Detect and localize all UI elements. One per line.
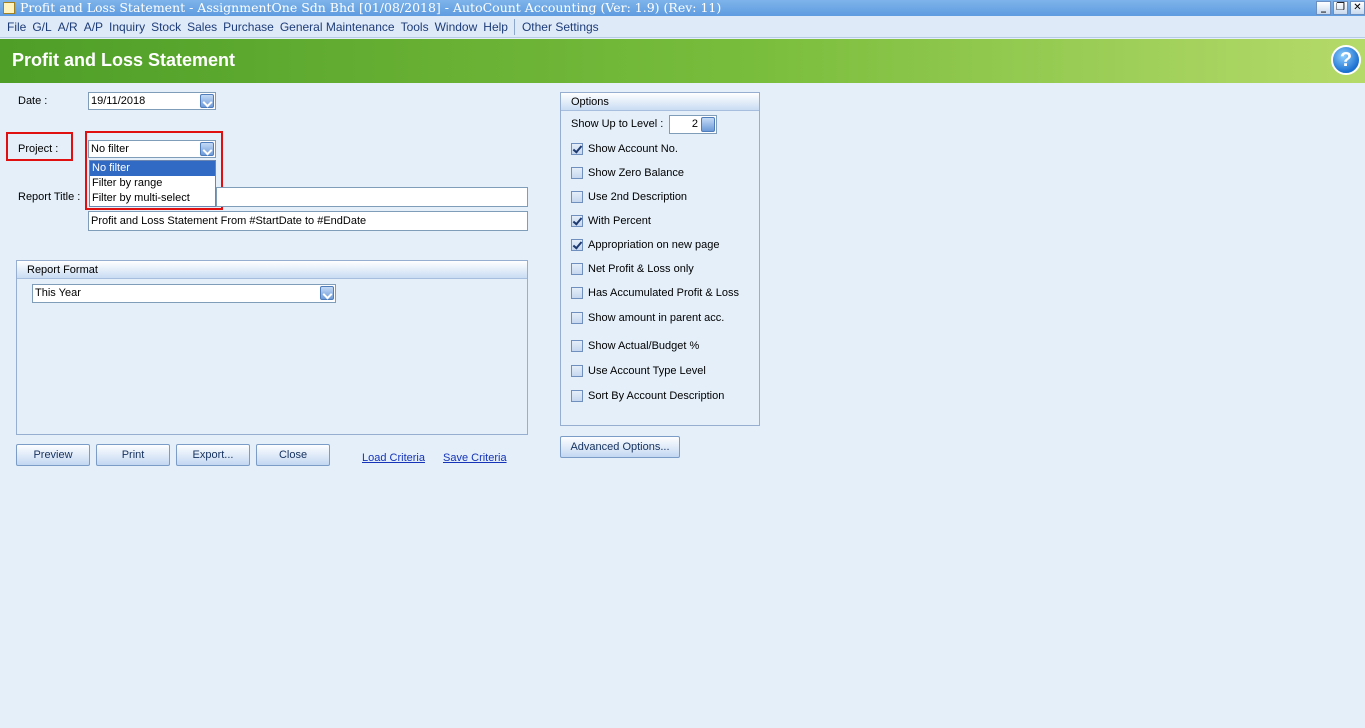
menu-stock[interactable]: Stock bbox=[148, 20, 184, 34]
restore-button[interactable]: ❐ bbox=[1333, 1, 1348, 15]
checkbox-icon[interactable] bbox=[571, 215, 583, 227]
checkbox-icon[interactable] bbox=[571, 167, 583, 179]
menu-help[interactable]: Help bbox=[480, 20, 511, 34]
date-field[interactable]: 19/11/2018 bbox=[88, 92, 216, 110]
app-icon bbox=[3, 2, 15, 14]
help-icon[interactable]: ? bbox=[1331, 45, 1361, 75]
option-sort-by-description[interactable]: Sort By Account Description bbox=[571, 390, 724, 402]
page-header: Profit and Loss Statement ? bbox=[0, 39, 1365, 83]
option-amount-in-parent[interactable]: Show amount in parent acc. bbox=[571, 312, 724, 324]
menu-purchase[interactable]: Purchase bbox=[220, 20, 277, 34]
option-label: Has Accumulated Profit & Loss bbox=[588, 287, 740, 299]
window-title: Profit and Loss Statement - AssignmentOn… bbox=[20, 0, 722, 15]
print-button[interactable]: Print bbox=[96, 444, 170, 466]
option-accumulated-profit-loss[interactable]: Has Accumulated Profit & Loss bbox=[571, 287, 739, 299]
project-dropdown-list: No filter Filter by range Filter by mult… bbox=[89, 160, 216, 207]
report-format-header: Report Format bbox=[17, 261, 527, 279]
close-window-button[interactable]: ✕ bbox=[1350, 1, 1365, 15]
load-criteria-link[interactable]: Load Criteria bbox=[362, 452, 425, 464]
menu-window[interactable]: Window bbox=[432, 20, 481, 34]
project-option-filter-by-range[interactable]: Filter by range bbox=[90, 176, 215, 191]
menu-separator bbox=[513, 18, 515, 35]
date-value: 19/11/2018 bbox=[91, 95, 146, 107]
report-title-input-1[interactable] bbox=[216, 187, 528, 207]
advanced-options-button[interactable]: Advanced Options... bbox=[560, 436, 680, 458]
option-account-type-level[interactable]: Use Account Type Level bbox=[571, 365, 706, 377]
level-value: 2 bbox=[691, 118, 698, 130]
menu-inquiry[interactable]: Inquiry bbox=[106, 20, 148, 34]
checkbox-icon[interactable] bbox=[571, 191, 583, 203]
option-net-profit-loss-only[interactable]: Net Profit & Loss only bbox=[571, 263, 694, 275]
minimize-button[interactable]: _ bbox=[1316, 1, 1331, 15]
checkbox-icon[interactable] bbox=[571, 263, 583, 275]
options-panel: Options Show Up to Level : 2 Show Accoun… bbox=[560, 92, 760, 426]
option-actual-budget-percent[interactable]: Show Actual/Budget % bbox=[571, 340, 699, 352]
window-controls: _ ❐ ✕ bbox=[1316, 0, 1365, 16]
menu-sales[interactable]: Sales bbox=[184, 20, 220, 34]
project-select[interactable]: No filter bbox=[88, 140, 216, 158]
close-button[interactable]: Close bbox=[256, 444, 330, 466]
date-label: Date : bbox=[18, 95, 48, 107]
option-label: Show Zero Balance bbox=[588, 167, 684, 179]
option-label: With Percent bbox=[588, 215, 651, 227]
option-with-percent[interactable]: With Percent bbox=[571, 215, 651, 227]
checkbox-icon[interactable] bbox=[571, 390, 583, 402]
report-title-label: Report Title : bbox=[18, 191, 81, 203]
export-button[interactable]: Export... bbox=[176, 444, 250, 466]
window-titlebar: Profit and Loss Statement - AssignmentOn… bbox=[0, 0, 1365, 16]
menu-general-maintenance[interactable]: General Maintenance bbox=[277, 20, 398, 34]
menu-tools[interactable]: Tools bbox=[398, 20, 432, 34]
option-label: Use Account Type Level bbox=[588, 365, 706, 377]
report-format-dropdown-icon[interactable] bbox=[320, 286, 334, 300]
option-label: Net Profit & Loss only bbox=[588, 263, 694, 275]
option-show-account-no[interactable]: Show Account No. bbox=[571, 143, 678, 155]
report-title-input-2[interactable]: Profit and Loss Statement From #StartDat… bbox=[88, 211, 528, 231]
checkbox-icon[interactable] bbox=[571, 340, 583, 352]
project-dropdown-icon[interactable] bbox=[200, 142, 214, 156]
option-use-2nd-description[interactable]: Use 2nd Description bbox=[571, 191, 687, 203]
project-option-filter-by-multi-select[interactable]: Filter by multi-select bbox=[90, 191, 215, 206]
preview-button[interactable]: Preview bbox=[16, 444, 90, 466]
report-format-select[interactable]: This Year bbox=[32, 284, 336, 303]
option-label: Appropriation on new page bbox=[588, 239, 720, 251]
options-header: Options bbox=[561, 93, 759, 111]
menu-bar: File G/L A/R A/P Inquiry Stock Sales Pur… bbox=[0, 16, 1365, 38]
menu-other-settings[interactable]: Other Settings bbox=[519, 20, 602, 34]
option-show-zero-balance[interactable]: Show Zero Balance bbox=[571, 167, 684, 179]
project-option-no-filter[interactable]: No filter bbox=[90, 161, 215, 176]
level-spinner[interactable]: 2 bbox=[669, 115, 717, 134]
page-title: Profit and Loss Statement bbox=[12, 50, 236, 70]
option-appropriation-new-page[interactable]: Appropriation on new page bbox=[571, 239, 719, 251]
checkbox-icon[interactable] bbox=[571, 143, 583, 155]
date-dropdown-icon[interactable] bbox=[200, 94, 214, 108]
project-value: No filter bbox=[91, 143, 129, 155]
option-label: Show Account No. bbox=[588, 143, 678, 155]
menu-file[interactable]: File bbox=[4, 20, 29, 34]
checkbox-icon[interactable] bbox=[571, 365, 583, 377]
option-label: Show amount in parent acc. bbox=[588, 312, 725, 324]
report-format-panel: Report Format This Year bbox=[16, 260, 528, 435]
save-criteria-link[interactable]: Save Criteria bbox=[443, 452, 507, 464]
level-label: Show Up to Level : bbox=[571, 118, 664, 130]
report-format-value: This Year bbox=[35, 287, 81, 299]
option-label: Sort By Account Description bbox=[588, 390, 725, 402]
menu-gl[interactable]: G/L bbox=[29, 20, 54, 34]
project-label: Project : bbox=[18, 143, 59, 155]
checkbox-icon[interactable] bbox=[571, 287, 583, 299]
menu-ap[interactable]: A/P bbox=[81, 20, 106, 34]
checkbox-icon[interactable] bbox=[571, 312, 583, 324]
option-label: Use 2nd Description bbox=[588, 191, 688, 203]
option-label: Show Actual/Budget % bbox=[588, 340, 700, 352]
menu-ar[interactable]: A/R bbox=[55, 20, 81, 34]
level-spin-icon[interactable] bbox=[701, 117, 715, 132]
checkbox-icon[interactable] bbox=[571, 239, 583, 251]
